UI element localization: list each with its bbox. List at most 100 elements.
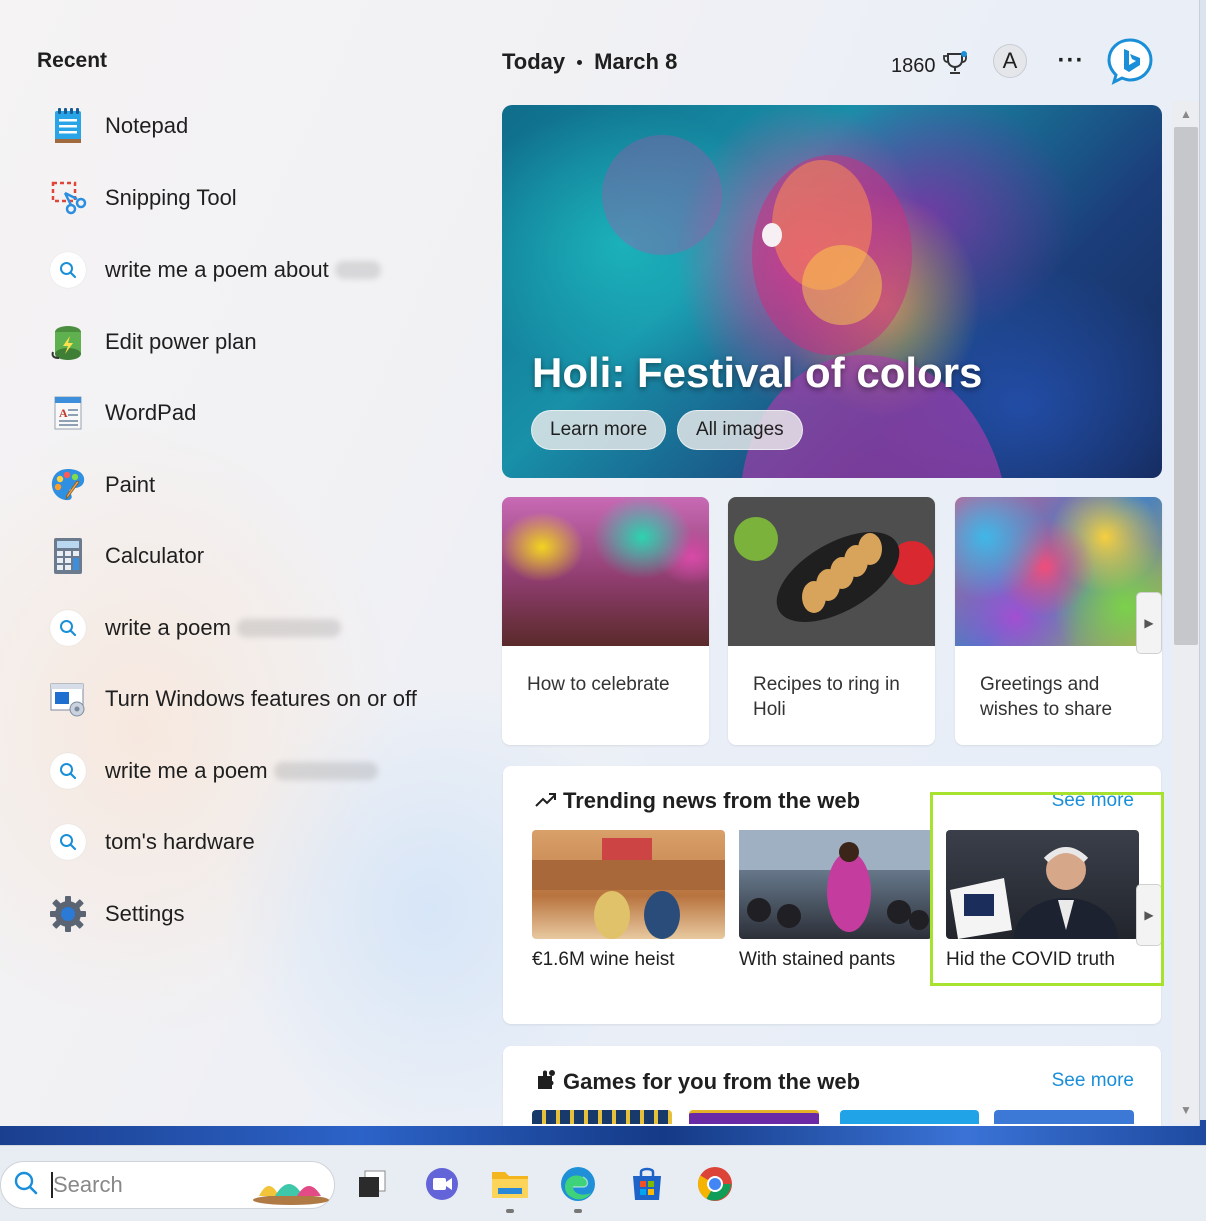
card-caption: How to celebrate [527, 674, 670, 695]
recent-item-edit-power-plan[interactable]: Edit power plan [48, 314, 448, 370]
trending-title: Trending news from the web [535, 788, 860, 814]
recent-item-label: Turn Windows features on or off [105, 686, 417, 711]
recent-item-label: write me a poem about [105, 257, 329, 282]
recent-item-label: WordPad [105, 400, 197, 425]
recent-item-label: Edit power plan [105, 329, 257, 354]
redacted-text [334, 261, 381, 279]
news-item-stained-pants[interactable]: With stained pants [739, 830, 932, 971]
vertical-scrollbar[interactable]: ▲ ▼ [1172, 101, 1199, 1123]
recent-item-search-toms-hardware[interactable]: tom's hardware [48, 814, 448, 870]
hero-holi-banner[interactable]: Holi: Festival of colors Learn more All … [502, 105, 1162, 478]
file-explorer-icon[interactable] [490, 1164, 530, 1204]
news-item-covid-truth[interactable]: Hid the COVID truth [946, 830, 1139, 978]
search-result-icon-wrap [48, 608, 88, 648]
redacted-text [273, 762, 378, 780]
recent-item-windows-features[interactable]: Turn Windows features on or off [48, 671, 448, 727]
card-image-greetings [955, 497, 1162, 646]
settings-icon [48, 894, 88, 934]
recent-item-snipping-tool[interactable]: Snipping Tool [48, 170, 448, 226]
game-thumb-4[interactable] [994, 1110, 1134, 1124]
card-caption: Recipes to ring in Holi [753, 674, 900, 720]
recent-item-settings[interactable]: Settings [48, 886, 448, 942]
games-see-more-link[interactable]: See more [1052, 1070, 1134, 1092]
recent-item-label: Settings [105, 901, 185, 926]
scroll-down-icon[interactable]: ▼ [1178, 1103, 1194, 1119]
account-avatar[interactable]: A [993, 44, 1027, 78]
games-title: Games for you from the web [535, 1068, 860, 1096]
snipping-tool-icon [48, 178, 88, 218]
svg-text:A: A [59, 406, 68, 420]
card-how-to-celebrate[interactable]: How to celebrate [502, 497, 709, 745]
separator-dot [577, 59, 583, 65]
today-header: Today March 8 [502, 49, 677, 75]
recent-heading: Recent [37, 49, 108, 72]
recent-item-search-poem-about[interactable]: write me a poem about [48, 242, 448, 298]
news-image-courtroom [532, 830, 725, 939]
news-image-crowd [739, 830, 932, 939]
hero-title: Holi: Festival of colors [532, 349, 983, 396]
card-recipes[interactable]: Recipes to ring in Holi [728, 497, 935, 745]
taskbar [0, 1145, 1206, 1221]
game-thumb-2[interactable] [689, 1110, 819, 1124]
trending-arrow-icon [535, 788, 557, 814]
trending-see-more-link[interactable]: See more [1052, 790, 1134, 812]
recent-item-label: Calculator [105, 543, 205, 568]
recent-item-paint[interactable]: Paint [48, 457, 448, 513]
chrome-browser-icon[interactable] [695, 1164, 735, 1204]
search-icon [50, 610, 86, 646]
search-result-icon-wrap [48, 751, 88, 791]
news-caption: €1.6M wine heist [532, 949, 675, 970]
card-image-celebration [502, 497, 709, 646]
news-image-official [946, 830, 1139, 978]
wordpad-icon: A [48, 393, 88, 433]
search-icon [50, 753, 86, 789]
recent-item-label: tom's hardware [105, 829, 255, 854]
recent-item-wordpad[interactable]: A WordPad [48, 385, 448, 441]
card-image-recipes [728, 497, 935, 646]
games-title-text: Games for you from the web [563, 1069, 861, 1094]
rewards-points[interactable]: 1860 [891, 50, 968, 82]
all-images-button[interactable]: All images [677, 410, 803, 450]
learn-more-button[interactable]: Learn more [531, 410, 667, 450]
games-pieces-icon [535, 1068, 557, 1096]
recent-item-notepad[interactable]: Notepad [48, 98, 448, 154]
card-greetings[interactable]: Greetings and wishes to share [955, 497, 1162, 745]
bing-chat-icon[interactable] [1106, 37, 1154, 85]
recent-item-search-write-me-a-poem[interactable]: write me a poem [48, 743, 448, 799]
search-result-icon-wrap [48, 250, 88, 290]
game-thumb-3[interactable] [840, 1110, 979, 1124]
paint-icon [48, 465, 88, 505]
points-value: 1860 [891, 54, 936, 77]
recent-item-label: Notepad [105, 113, 189, 138]
trending-title-text: Trending news from the web [563, 788, 861, 813]
recent-item-label: Paint [105, 472, 156, 497]
scroll-thumb[interactable] [1174, 127, 1198, 645]
news-next-arrow-icon[interactable]: ▶ [1136, 884, 1162, 946]
microsoft-store-icon[interactable] [627, 1164, 667, 1204]
taskbar-search-box[interactable] [0, 1161, 335, 1209]
recent-item-label: write me a poem [105, 758, 268, 783]
card-caption: Greetings and wishes to share [980, 674, 1113, 720]
windows-features-icon [48, 679, 88, 719]
task-view-icon[interactable] [352, 1164, 392, 1204]
recent-item-search-write-a-poem[interactable]: write a poem [48, 600, 448, 656]
recent-item-label: Snipping Tool [105, 185, 237, 210]
redacted-text [236, 619, 341, 637]
recent-item-label: write a poem [105, 615, 231, 640]
power-plan-icon [48, 322, 88, 362]
game-thumb-1[interactable] [532, 1110, 672, 1124]
news-item-wine-heist[interactable]: €1.6M wine heist [532, 830, 725, 971]
recent-item-calculator[interactable]: Calculator [48, 528, 448, 584]
taskbar-search-input[interactable] [51, 1172, 231, 1198]
teams-chat-icon[interactable] [422, 1164, 462, 1204]
scroll-up-icon[interactable]: ▲ [1178, 107, 1194, 123]
more-options-button[interactable]: ··· [1056, 44, 1086, 78]
news-caption: Hid the COVID truth [946, 949, 1115, 970]
cards-next-arrow-icon[interactable]: ▶ [1136, 592, 1162, 654]
edge-browser-icon[interactable] [558, 1164, 598, 1204]
today-label: Today [502, 49, 566, 74]
file-explorer-running-indicator [506, 1209, 514, 1213]
news-caption: With stained pants [739, 949, 896, 970]
holi-colors-search-highlight-icon [251, 1166, 331, 1211]
search-icon [50, 824, 86, 860]
